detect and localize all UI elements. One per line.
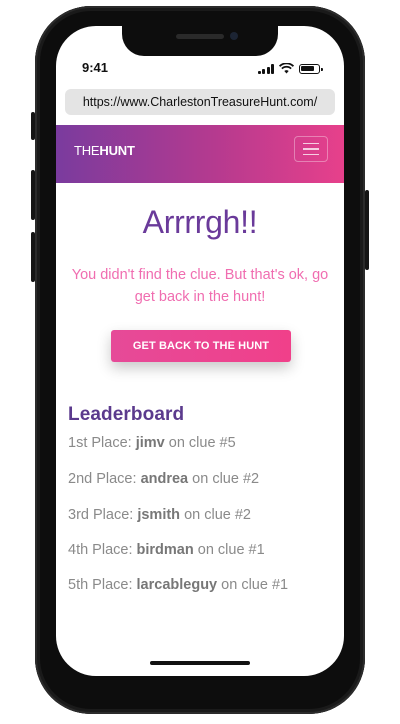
leaderboard-player: birdman <box>136 542 194 558</box>
status-bar: 9:41 <box>82 60 323 76</box>
phone-screen: 9:41 https://www.CharlestonTreasureHunt.… <box>56 26 344 676</box>
leaderboard-entry: 4th Place: birdman on clue #1 <box>68 542 265 558</box>
leaderboard-player: andrea <box>140 471 189 487</box>
leaderboard-place: 2nd Place: <box>68 471 137 487</box>
address-url: https://www.CharlestonTreasureHunt.com/ <box>82 95 318 109</box>
home-indicator[interactable] <box>150 661 250 665</box>
leaderboard-entry: 1st Place: jimv on clue #5 <box>68 435 236 451</box>
back-to-hunt-button[interactable]: GET BACK TO THE HUNT <box>111 330 291 362</box>
leaderboard-entry: 2nd Place: andrea on clue #2 <box>68 471 259 487</box>
leaderboard-clue: on clue #2 <box>184 507 251 523</box>
status-message: You didn't find the clue. But that's ok,… <box>71 267 329 305</box>
battery-icon <box>299 64 323 74</box>
wifi-icon <box>279 63 294 74</box>
brand-logo-bold: HUNT <box>99 143 135 158</box>
mute-switch <box>31 112 35 140</box>
status-icons <box>257 63 323 74</box>
leaderboard-title: Leaderboard <box>68 404 185 425</box>
leaderboard-clue: on clue #1 <box>221 577 289 593</box>
leaderboard-clue: on clue #2 <box>192 471 260 487</box>
site-navbar: THEHUNT <box>56 125 344 183</box>
volume-up-button <box>31 170 35 220</box>
speaker-grille <box>176 34 224 39</box>
volume-down-button <box>31 232 35 282</box>
leaderboard-player: jimv <box>135 435 165 451</box>
status-time: 9:41 <box>82 60 109 75</box>
hamburger-icon[interactable] <box>294 136 328 162</box>
brand-logo-prefix: THE <box>74 143 100 158</box>
page-title: Arrrrgh!! <box>142 204 258 240</box>
leaderboard-place: 4th Place: <box>68 542 133 558</box>
leaderboard-entry: 3rd Place: jsmith on clue #2 <box>68 507 251 523</box>
leaderboard-clue: on clue #1 <box>197 542 265 558</box>
brand-logo[interactable]: THEHUNT <box>74 143 135 158</box>
cellular-signal-icon <box>257 64 274 74</box>
leaderboard-player: larcableguy <box>136 577 218 593</box>
notch <box>122 26 278 56</box>
leaderboard-place: 1st Place: <box>68 435 132 451</box>
leaderboard-place: 3rd Place: <box>68 507 134 523</box>
leaderboard-place: 5th Place: <box>68 577 133 593</box>
address-bar[interactable]: https://www.CharlestonTreasureHunt.com/ <box>65 89 335 115</box>
power-button <box>365 190 369 270</box>
leaderboard-player: jsmith <box>137 507 181 523</box>
leaderboard-clue: on clue #5 <box>168 435 236 451</box>
front-camera <box>230 32 238 40</box>
leaderboard-entry: 5th Place: larcableguy on clue #1 <box>68 577 288 593</box>
